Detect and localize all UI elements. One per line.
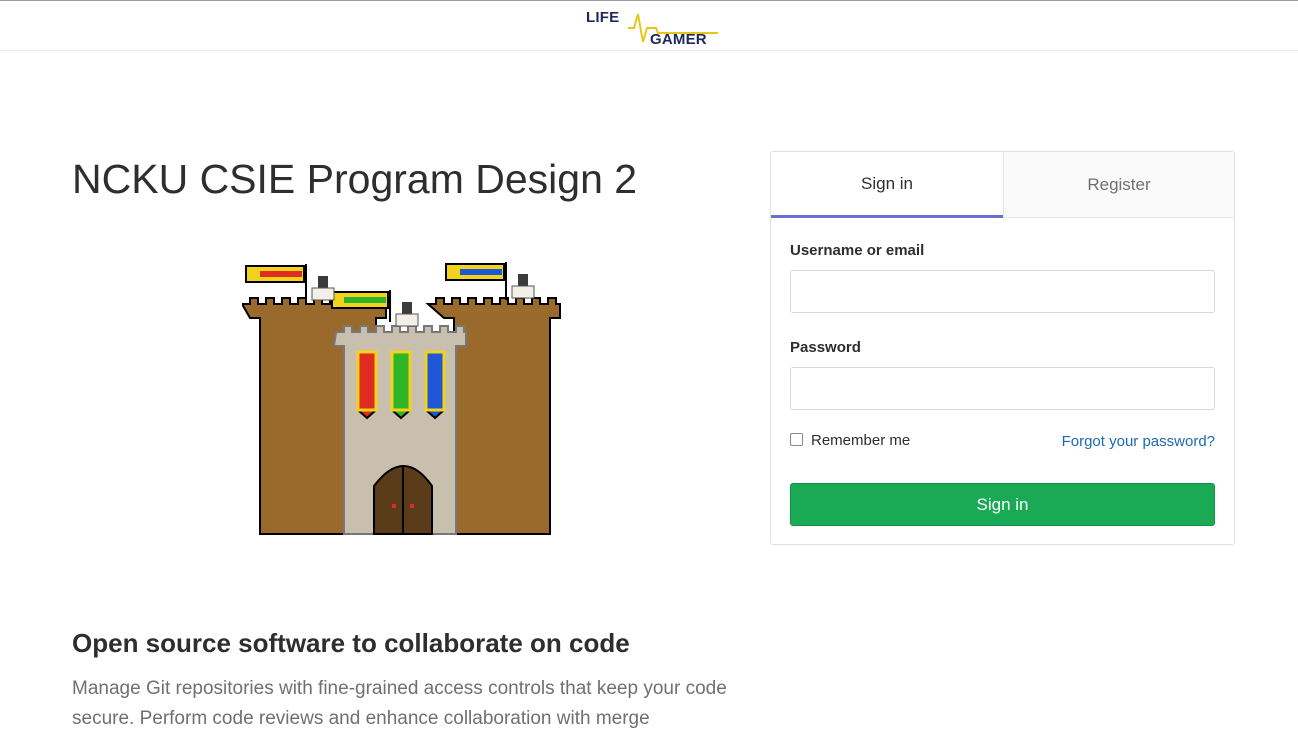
- top-navbar: LIFE GAMER: [0, 0, 1298, 51]
- tab-sign-in[interactable]: Sign in: [771, 152, 1003, 218]
- password-input[interactable]: [790, 367, 1215, 410]
- castle-illustration: [242, 262, 561, 535]
- section-heading: Open source software to collaborate on c…: [72, 628, 630, 658]
- tab-register[interactable]: Register: [1003, 152, 1234, 218]
- page-title: NCKU CSIE Program Design 2: [72, 156, 638, 202]
- username-label: Username or email: [790, 242, 925, 259]
- section-description: Manage Git repositories with fine-graine…: [72, 678, 727, 729]
- login-tabs: Sign in Register: [771, 152, 1234, 218]
- life-gamer-logo[interactable]: LIFE GAMER: [584, 6, 724, 52]
- forgot-password-link[interactable]: Forgot your password?: [1062, 433, 1215, 450]
- password-label: Password: [790, 339, 861, 356]
- username-input[interactable]: [790, 270, 1215, 313]
- remember-me-row: Remember me: [790, 432, 910, 449]
- sign-in-button[interactable]: Sign in: [790, 483, 1215, 526]
- remember-me-checkbox[interactable]: [790, 432, 803, 446]
- logo-text-gamer: GAMER: [650, 31, 707, 48]
- login-panel: Sign in Register Username or email Passw…: [770, 151, 1235, 545]
- logo-text-life: LIFE: [586, 9, 620, 26]
- remember-me-label[interactable]: Remember me: [811, 432, 910, 449]
